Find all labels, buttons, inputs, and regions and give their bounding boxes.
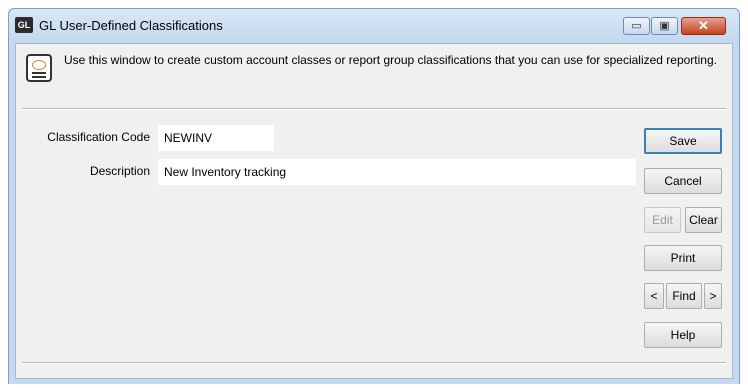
gear-shape: [32, 60, 46, 70]
minimize-button[interactable]: ▭: [623, 17, 650, 35]
window-title: GL User-Defined Classifications: [39, 18, 223, 33]
classification-code-label: Classification Code: [47, 130, 150, 144]
document-line: [32, 76, 46, 78]
document-gear-icon: [26, 54, 52, 82]
print-button[interactable]: Print: [644, 245, 722, 271]
save-button[interactable]: Save: [644, 128, 722, 154]
description-label: Description: [89, 164, 150, 178]
classification-code-field[interactable]: NEWINV: [158, 125, 274, 151]
gl-app-icon: GL: [15, 17, 33, 33]
window-bottom-border: [9, 379, 739, 384]
info-text: Use this window to create custom account…: [64, 53, 717, 67]
document-line: [32, 72, 46, 74]
help-button[interactable]: Help: [644, 322, 722, 348]
previous-button[interactable]: <: [644, 283, 664, 309]
find-button[interactable]: Find: [666, 283, 702, 309]
maximize-button[interactable]: ▣: [651, 17, 678, 35]
top-separator: [22, 108, 726, 110]
window: GL GL User-Defined Classifications ▭ ▣ ✕…: [8, 8, 740, 384]
clear-button[interactable]: Clear: [685, 207, 722, 233]
bottom-separator: [22, 362, 726, 364]
close-button[interactable]: ✕: [681, 17, 726, 35]
client-area: Use this window to create custom account…: [15, 43, 733, 379]
cancel-button[interactable]: Cancel: [644, 168, 722, 194]
title-bar[interactable]: GL GL User-Defined Classifications ▭ ▣ ✕: [9, 9, 739, 43]
next-button[interactable]: >: [704, 283, 722, 309]
description-field[interactable]: New Inventory tracking: [158, 159, 636, 185]
edit-button[interactable]: Edit: [644, 207, 681, 233]
